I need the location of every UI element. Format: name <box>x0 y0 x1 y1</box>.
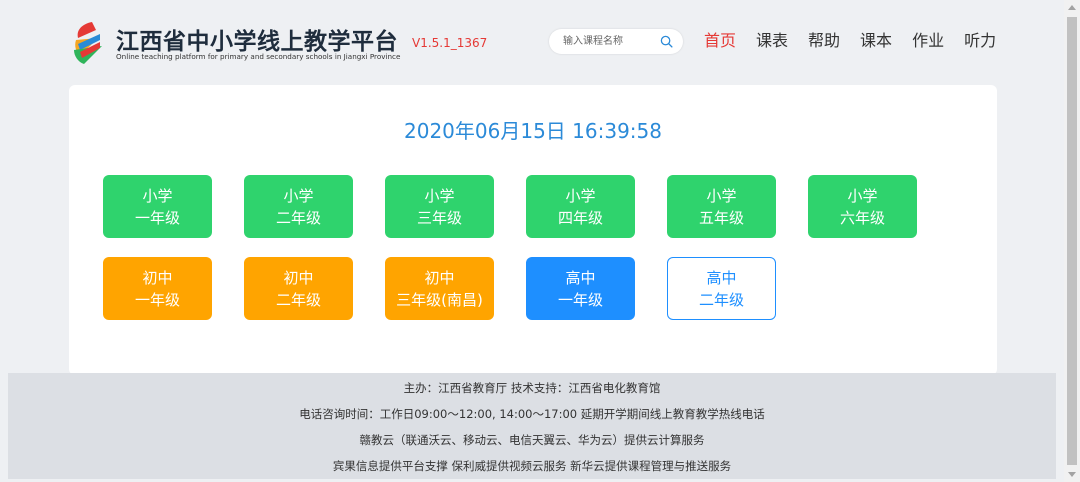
scroll-up-arrow-icon[interactable] <box>1068 5 1076 10</box>
vertical-scrollbar[interactable] <box>1064 0 1080 482</box>
grade-name: 一年级 <box>557 290 603 309</box>
grade-button-junior-1[interactable]: 初中 一年级 <box>103 257 212 320</box>
header: 江西省中小学线上教学平台 Online teaching platform fo… <box>0 0 1064 84</box>
grade-name: 三年级 <box>416 208 462 227</box>
grade-button-primary-3[interactable]: 小学 三年级 <box>385 175 494 238</box>
grade-name: 六年级 <box>839 208 885 227</box>
grade-name: 三年级(南昌) <box>396 290 483 309</box>
main-nav: 首页 课表 帮助 课本 作业 听力 <box>704 30 996 52</box>
grade-button-senior-1[interactable]: 高中 一年级 <box>526 257 635 320</box>
grade-level: 小学 <box>847 186 878 205</box>
footer-cloud-services: 赣教云（联通沃云、移动云、电信天翼云、华为云）提供云计算服务 <box>359 433 705 447</box>
logo-icon[interactable] <box>70 20 104 66</box>
site-title: 江西省中小学线上教学平台 <box>116 29 398 55</box>
grade-level: 初中 <box>424 268 455 287</box>
grade-button-primary-1[interactable]: 小学 一年级 <box>103 175 212 238</box>
nav-help[interactable]: 帮助 <box>808 30 840 52</box>
grade-level: 小学 <box>565 186 596 205</box>
footer-partners: 宾果信息提供平台支撑 保利威提供视频云服务 新华云提供课程管理与推送服务 <box>332 459 732 473</box>
grade-name: 五年级 <box>698 208 744 227</box>
grade-level: 初中 <box>142 268 173 287</box>
nav-home[interactable]: 首页 <box>704 30 736 52</box>
footer: 主办：江西省教育厅 技术支持：江西省电化教育馆 电话咨询时间：工作日09:00～… <box>8 373 1056 479</box>
footer-hotline: 电话咨询时间：工作日09:00～12:00, 14:00～17:00 延期开学期… <box>299 407 765 421</box>
nav-homework[interactable]: 作业 <box>912 30 944 52</box>
grade-button-primary-4[interactable]: 小学 四年级 <box>526 175 635 238</box>
footer-organizer: 主办：江西省教育厅 技术支持：江西省电化教育馆 <box>403 381 661 395</box>
grade-name: 四年级 <box>557 208 603 227</box>
scroll-down-arrow-icon[interactable] <box>1068 472 1076 477</box>
grade-button-primary-6[interactable]: 小学 六年级 <box>808 175 917 238</box>
grade-level: 高中 <box>706 268 737 287</box>
scroll-thumb[interactable] <box>1067 17 1077 465</box>
current-datetime: 2020年06月15日 16:39:58 <box>404 119 662 143</box>
page: 江西省中小学线上教学平台 Online teaching platform fo… <box>0 0 1080 482</box>
grade-selection-card: 2020年06月15日 16:39:58 小学 一年级 小学 二年级 小学 三年… <box>69 85 997 375</box>
grade-name: 二年级 <box>275 290 321 309</box>
grade-level: 小学 <box>706 186 737 205</box>
nav-listening[interactable]: 听力 <box>964 30 996 52</box>
search-box <box>549 29 683 54</box>
grade-name: 二年级 <box>275 208 321 227</box>
grade-level: 高中 <box>565 268 596 287</box>
grade-level: 小学 <box>283 186 314 205</box>
nav-textbook[interactable]: 课本 <box>860 30 892 52</box>
nav-schedule[interactable]: 课表 <box>756 30 788 52</box>
grade-name: 一年级 <box>134 290 180 309</box>
grade-button-primary-5[interactable]: 小学 五年级 <box>667 175 776 238</box>
grade-name: 一年级 <box>134 208 180 227</box>
search-input[interactable] <box>563 32 659 51</box>
grade-button-primary-2[interactable]: 小学 二年级 <box>244 175 353 238</box>
site-subtitle: Online teaching platform for primary and… <box>116 52 401 61</box>
search-icon[interactable] <box>660 35 673 48</box>
version-label: V1.5.1_1367 <box>412 36 488 50</box>
grade-level: 小学 <box>424 186 455 205</box>
grade-name: 二年级 <box>698 290 744 309</box>
grade-button-junior-2[interactable]: 初中 二年级 <box>244 257 353 320</box>
grade-level: 初中 <box>283 268 314 287</box>
grade-level: 小学 <box>142 186 173 205</box>
grade-button-junior-3-nanchang[interactable]: 初中 三年级(南昌) <box>385 257 494 320</box>
grade-button-senior-2[interactable]: 高中 二年级 <box>667 257 776 320</box>
